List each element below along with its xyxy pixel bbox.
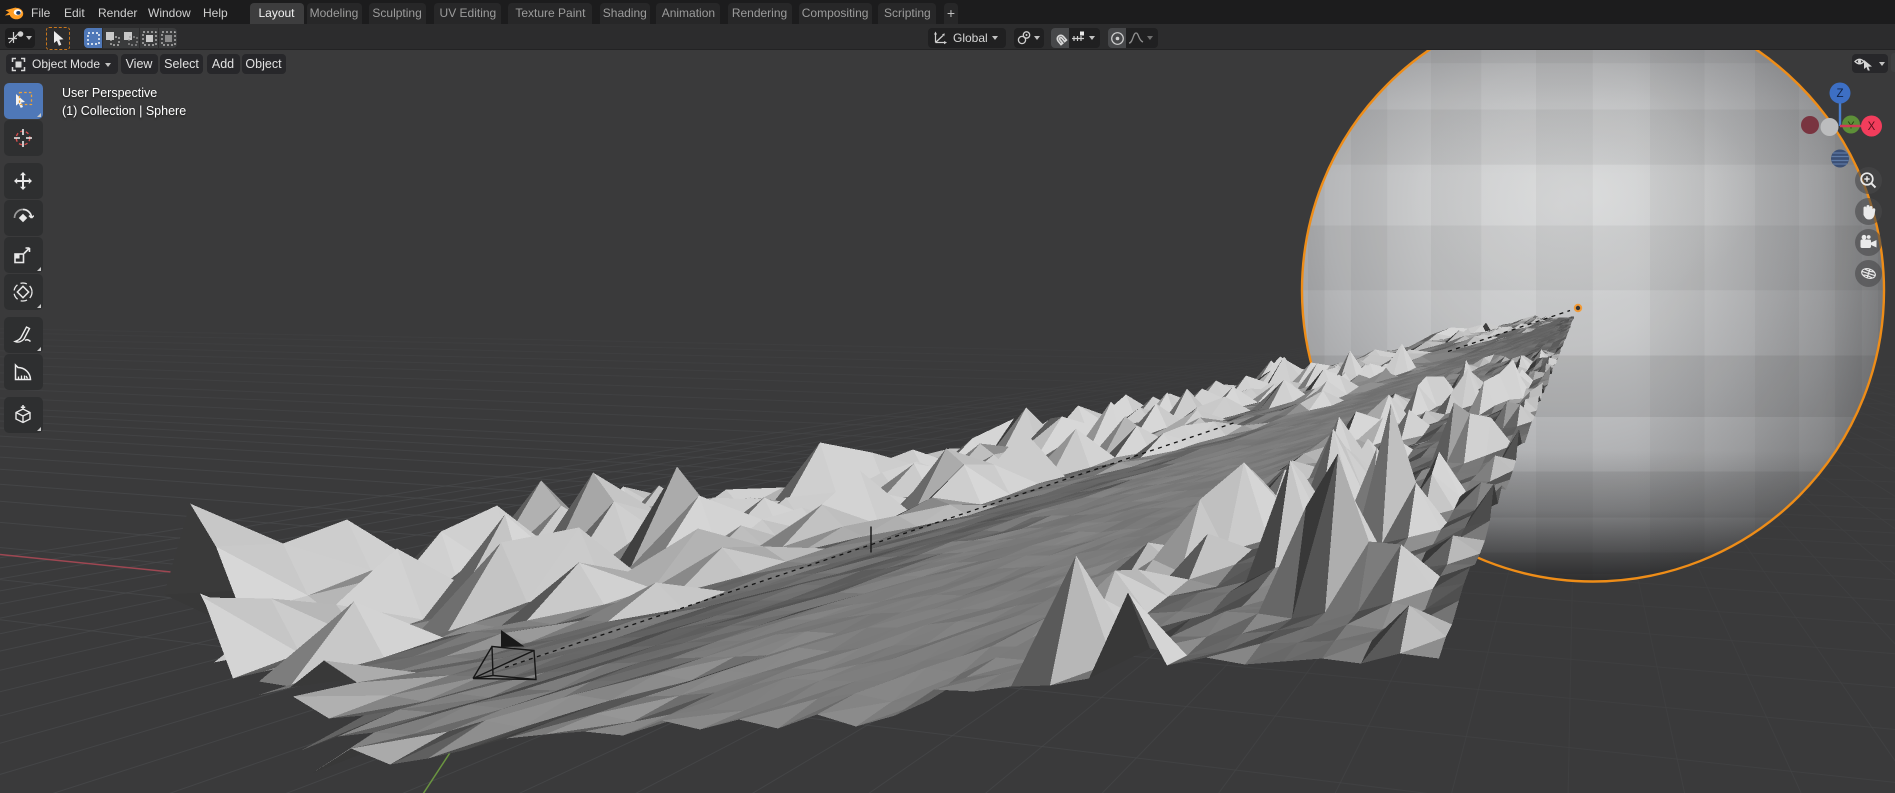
svg-text:Z: Z	[1836, 88, 1843, 100]
svg-text:X: X	[1868, 121, 1876, 133]
